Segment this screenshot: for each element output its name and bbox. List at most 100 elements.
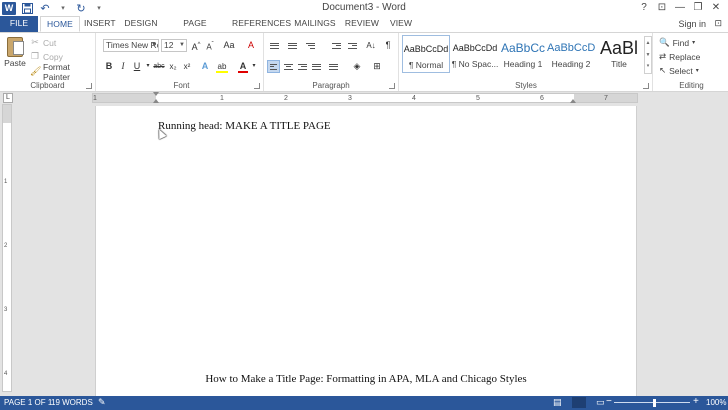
style-preview: AaBbCc <box>500 41 546 55</box>
align-right-button[interactable] <box>296 60 309 73</box>
proofing-icon[interactable]: ✎ <box>98 397 106 408</box>
style-no-spacing[interactable]: AaBbCcDd ¶ No Spac... <box>451 35 499 73</box>
font-color-dropdown-icon[interactable]: ▾ <box>251 60 257 73</box>
font-group: Times New Ro ▼ 12 ▼ A^ Aˇ Aa A B I U ▾ a… <box>100 33 264 91</box>
horizontal-ruler[interactable]: 1 1 2 3 4 5 6 7 <box>92 92 638 103</box>
tab-home[interactable]: HOME <box>40 16 80 32</box>
minimize-button[interactable]: — <box>672 0 688 14</box>
font-family-select[interactable]: Times New Ro ▼ <box>103 39 159 52</box>
numbering-button[interactable] <box>286 39 299 52</box>
chevron-up-icon: ▲ <box>645 40 651 46</box>
style-heading-2[interactable]: AaBbCcD Heading 2 <box>547 35 595 73</box>
superscript-button[interactable]: x² <box>181 60 193 73</box>
zoom-out-button[interactable]: − <box>606 396 612 407</box>
zoom-in-button[interactable]: + <box>693 396 699 407</box>
style-preview: AaBbCcDd <box>403 44 449 54</box>
clipboard-launcher-icon[interactable] <box>86 83 92 89</box>
window-controls: ? ⊡ — ❐ ✕ <box>636 0 724 14</box>
ribbon-display-button[interactable]: ⊡ <box>654 0 670 14</box>
text-effects-button[interactable]: A <box>199 60 211 73</box>
help-button[interactable]: ? <box>636 0 652 14</box>
tab-design[interactable]: DESIGN <box>122 16 160 32</box>
underline-dropdown-icon[interactable]: ▾ <box>145 60 151 73</box>
cut-button[interactable]: ✂ Cut <box>30 36 56 49</box>
tab-page-layout[interactable]: PAGE LAYOUT <box>167 16 223 43</box>
bullets-button[interactable] <box>268 39 281 52</box>
replace-button[interactable]: ⇄ Replace <box>659 50 700 63</box>
print-layout-icon[interactable] <box>572 397 586 408</box>
align-center-button[interactable] <box>282 60 295 73</box>
italic-button[interactable]: I <box>117 60 129 73</box>
show-formatting-button[interactable]: ¶ <box>382 39 394 52</box>
highlight-button[interactable]: ab <box>215 60 229 73</box>
cursor-select-icon: ↖ <box>659 65 667 75</box>
tab-references[interactable]: REFERENCES <box>232 16 291 32</box>
zoom-slider[interactable] <box>614 402 690 403</box>
restore-button[interactable]: ❐ <box>690 0 706 14</box>
strikethrough-button[interactable]: abc <box>152 60 166 73</box>
bold-button[interactable]: B <box>103 60 115 73</box>
change-case-button[interactable]: Aa <box>221 39 237 52</box>
style-heading-1[interactable]: AaBbCc Heading 1 <box>499 35 547 73</box>
zoom-slider-thumb[interactable] <box>653 399 656 407</box>
vertical-ruler[interactable]: 1 2 3 4 <box>2 104 12 392</box>
paragraph-group: A↓ ¶ ◈ ⊞ Paragraph <box>264 33 399 91</box>
close-button[interactable]: ✕ <box>708 0 724 14</box>
zoom-level[interactable]: 100% <box>706 398 726 407</box>
ruler-number: 6 <box>540 95 544 102</box>
word-count[interactable]: 19 WORDS <box>51 398 93 407</box>
increase-indent-button[interactable] <box>346 39 359 52</box>
highlight-icon: ab <box>217 62 227 71</box>
tab-review[interactable]: REVIEW <box>344 16 380 32</box>
tab-file[interactable]: FILE <box>0 16 38 32</box>
clear-formatting-icon: A <box>247 40 254 50</box>
document-title[interactable]: How to Make a Title Page: Formatting in … <box>96 373 636 385</box>
paste-button[interactable]: Paste <box>3 35 27 75</box>
multilevel-list-button[interactable] <box>304 39 317 52</box>
font-launcher-icon[interactable] <box>254 83 260 89</box>
tab-selector[interactable]: L <box>3 93 13 103</box>
shading-button[interactable]: ◈ <box>350 60 364 73</box>
tab-mailings[interactable]: MAILINGS <box>294 16 336 32</box>
underline-button[interactable]: U <box>131 60 143 73</box>
paragraph-launcher-icon[interactable] <box>389 83 395 89</box>
sign-in-link[interactable]: Sign in <box>678 19 706 29</box>
read-mode-icon[interactable]: ▤ <box>553 397 562 408</box>
decrease-indent-button[interactable] <box>330 39 343 52</box>
replace-label: Replace <box>669 51 701 62</box>
running-head[interactable]: Running head: MAKE A TITLE PAGE <box>158 120 331 132</box>
justify-button[interactable] <box>310 60 323 73</box>
font-color-button[interactable]: A <box>237 60 249 73</box>
styles-launcher-icon[interactable] <box>643 83 649 89</box>
select-button[interactable]: ↖ Select ▾ <box>659 64 699 77</box>
cut-label: Cut <box>43 37 57 48</box>
shrink-font-button[interactable]: Aˇ <box>204 39 216 52</box>
font-color-swatch <box>238 71 248 73</box>
page-count[interactable]: PAGE 1 OF 1 <box>4 398 52 407</box>
editing-group: 🔍 Find ▾ ⇄ Replace ↖ Select ▾ Editing <box>655 33 728 91</box>
line-spacing-button[interactable] <box>327 60 340 73</box>
style-title[interactable]: AaBl Title <box>595 35 643 73</box>
web-layout-icon[interactable]: ▭ <box>596 397 605 408</box>
indent-marker[interactable] <box>153 92 159 96</box>
format-painter-button[interactable]: 🖌 Format Painter <box>30 62 95 82</box>
font-size-select[interactable]: 12 ▼ <box>161 39 187 52</box>
borders-button[interactable]: ⊞ <box>370 60 384 73</box>
search-icon: 🔍 <box>659 37 670 47</box>
subscript-button[interactable]: x₂ <box>167 60 179 73</box>
clear-formatting-button[interactable]: A <box>245 39 257 52</box>
chevron-down-icon: ▼ <box>151 42 157 48</box>
tab-insert[interactable]: INSERT <box>84 16 116 32</box>
collapse-ribbon-icon[interactable]: ⊡ <box>714 18 722 29</box>
ruler-number: 7 <box>604 95 608 102</box>
sort-button[interactable]: A↓ <box>364 39 378 52</box>
tab-view[interactable]: VIEW <box>388 16 414 32</box>
hanging-indent-marker[interactable] <box>153 99 159 103</box>
document-page[interactable]: Running head: MAKE A TITLE PAGE How to M… <box>95 106 637 396</box>
align-left-button[interactable] <box>267 60 280 73</box>
find-button[interactable]: 🔍 Find ▾ <box>659 36 695 49</box>
style-normal[interactable]: AaBbCcDd ¶ Normal <box>402 35 450 73</box>
right-indent-marker[interactable] <box>570 99 576 103</box>
styles-gallery-scroll[interactable]: ▲ ▼ ▾ <box>644 36 652 74</box>
grow-font-button[interactable]: A^ <box>190 39 202 52</box>
